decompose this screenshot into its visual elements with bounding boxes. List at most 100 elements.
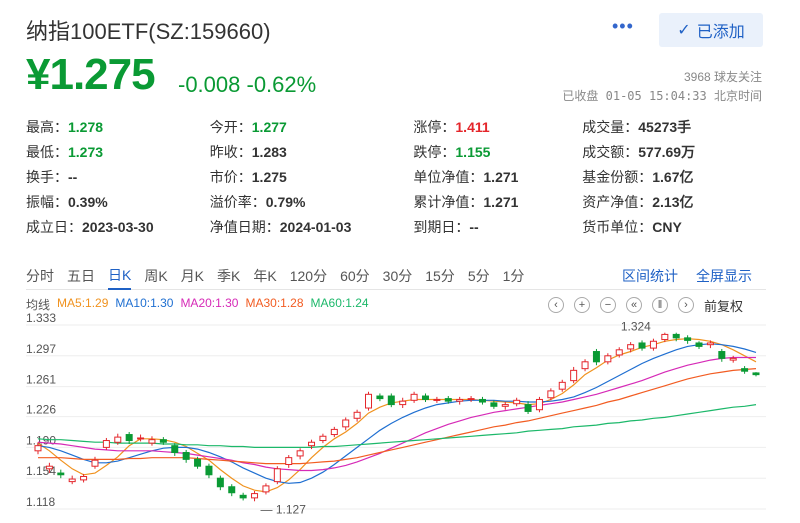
interval-stats-link[interactable]: 区间统计: [622, 266, 678, 286]
candle-body: [558, 381, 566, 390]
tab-2[interactable]: 日K: [108, 265, 132, 290]
candle-body: [319, 435, 327, 442]
zoom-in-icon[interactable]: +: [574, 297, 590, 313]
candle-body: [114, 436, 122, 443]
candle-body: [353, 411, 361, 419]
stat-value: 0.79%: [265, 193, 306, 210]
check-icon: ✓: [677, 22, 691, 39]
tab-7[interactable]: 120分: [290, 266, 327, 289]
price-annotation: 1.324: [621, 320, 651, 334]
stat-label: 今开：: [209, 118, 252, 135]
y-tick-label: 1.261: [26, 373, 56, 387]
price-adjust-dropdown[interactable]: 前复权: [704, 297, 743, 314]
legend-item: MA5:1.29: [57, 296, 109, 310]
stat-label: 最高：: [26, 118, 68, 135]
stat-value: 1.283: [251, 143, 287, 160]
candle-body: [535, 398, 543, 411]
jump-start-icon[interactable]: «: [626, 297, 642, 313]
candle-body: [695, 342, 703, 347]
period-tabs: 分时 五日 日K 周K 月K 季K 年K 120分 60分 30分 15分 5分 1分 区间统计 全屏显示: [26, 266, 766, 290]
tab-0[interactable]: 分时: [26, 266, 54, 289]
stat-label: 净值日期：: [209, 218, 280, 235]
ma-line-ma10: [37, 343, 757, 484]
tab-3[interactable]: 周K: [144, 266, 167, 289]
candle-body: [34, 445, 42, 452]
page-title: 纳指100ETF(SZ:159660): [26, 19, 271, 44]
candle-body: [285, 457, 293, 465]
tab-6[interactable]: 年K: [253, 266, 276, 289]
tab-8[interactable]: 60分: [340, 266, 370, 289]
price-annotation: — 1.127: [261, 502, 307, 516]
stat-value: 1.278: [68, 118, 104, 135]
stat-label: 昨收：: [209, 143, 252, 160]
candle-body: [490, 402, 498, 407]
tab-4[interactable]: 月K: [181, 266, 204, 289]
tab-1[interactable]: 五日: [67, 266, 95, 289]
stat-label: 成交额：: [582, 143, 639, 160]
chart-toolbar: ‹ + − « ‖ › 前复权: [548, 297, 743, 314]
stat-cell: 到期日：--: [413, 217, 582, 237]
stat-cell: 振幅：0.39%: [26, 192, 210, 212]
stat-value: 1.271: [483, 168, 519, 185]
candle-body: [387, 395, 395, 406]
stat-cell: 溢价率：0.79%: [210, 192, 414, 212]
stat-label: 最低：: [26, 143, 68, 160]
stat-label: 成交量：: [582, 118, 639, 135]
stat-label: 振幅：: [26, 193, 68, 210]
candle-body: [433, 398, 441, 401]
legend-item: MA20:1.30: [180, 296, 239, 310]
candle-body: [581, 361, 589, 370]
y-tick-label: 1.297: [26, 342, 56, 356]
tab-5[interactable]: 季K: [217, 266, 240, 289]
tab-12[interactable]: 1分: [503, 266, 525, 289]
stat-cell: 换手：--: [26, 167, 210, 187]
stats-row: 最高：1.278 今开：1.277 涨停：1.411 成交量：45273手: [26, 114, 766, 139]
stat-label: 换手：: [26, 168, 68, 185]
stat-cell: 净值日期：2024-01-03: [210, 217, 414, 237]
candle-body: [148, 439, 156, 444]
scroll-left-icon[interactable]: ‹: [548, 297, 564, 313]
stat-value: 0.39%: [68, 193, 108, 210]
tab-9[interactable]: 30分: [383, 266, 413, 289]
kline-chart[interactable]: 1.3331.2971.2611.2261.1901.1541.1181.324…: [26, 313, 766, 523]
stat-label: 市价：: [209, 168, 252, 185]
candle-body: [741, 368, 749, 372]
pause-icon[interactable]: ‖: [652, 297, 668, 313]
stat-value: --: [68, 168, 78, 185]
candle-body: [296, 450, 304, 457]
stat-label: 资产净值：: [582, 193, 653, 210]
tab-10[interactable]: 15分: [425, 266, 455, 289]
ma-line-ma60: [37, 404, 757, 448]
stat-value: --: [469, 218, 479, 235]
candle-body: [478, 398, 486, 403]
more-icon[interactable]: •••: [612, 16, 634, 37]
candle-body: [421, 395, 429, 400]
legend-item: 均线: [26, 298, 51, 312]
price-change: -0.008 -0.62%: [178, 72, 317, 97]
stat-cell: 资产净值：2.13亿: [582, 192, 766, 212]
candle-body: [239, 494, 247, 499]
stat-cell: 成交额：577.69万: [582, 142, 766, 162]
stat-cell: 累计净值：1.271: [413, 192, 582, 212]
added-watchlist-button[interactable]: ✓ 已添加: [659, 13, 763, 47]
fullscreen-link[interactable]: 全屏显示: [696, 266, 752, 286]
zoom-out-icon[interactable]: −: [600, 297, 616, 313]
ma-legend: 均线 MA5:1.29 MA10:1.30 MA20:1.30 MA30:1.28 MA6…: [26, 296, 369, 313]
candle-body: [399, 400, 407, 406]
stat-cell: 昨收：1.283: [210, 142, 414, 162]
stat-cell: 货币单位：CNY: [582, 217, 766, 237]
tab-11[interactable]: 5分: [468, 266, 490, 289]
stat-value: 1.275: [251, 168, 287, 185]
candle-body: [125, 434, 133, 442]
candle-body: [615, 349, 623, 356]
stat-label: 到期日：: [413, 218, 470, 235]
stat-cell: 基金份额：1.67亿: [582, 167, 766, 187]
candle-body: [752, 372, 760, 376]
followers-count[interactable]: 3968 球友关注: [684, 68, 762, 85]
candle-body: [627, 344, 635, 350]
candle-body: [251, 493, 259, 499]
stat-cell: 最低：1.273: [26, 142, 210, 162]
candle-body: [308, 441, 316, 447]
scroll-right-icon[interactable]: ›: [678, 297, 694, 313]
candle-body: [171, 445, 179, 454]
